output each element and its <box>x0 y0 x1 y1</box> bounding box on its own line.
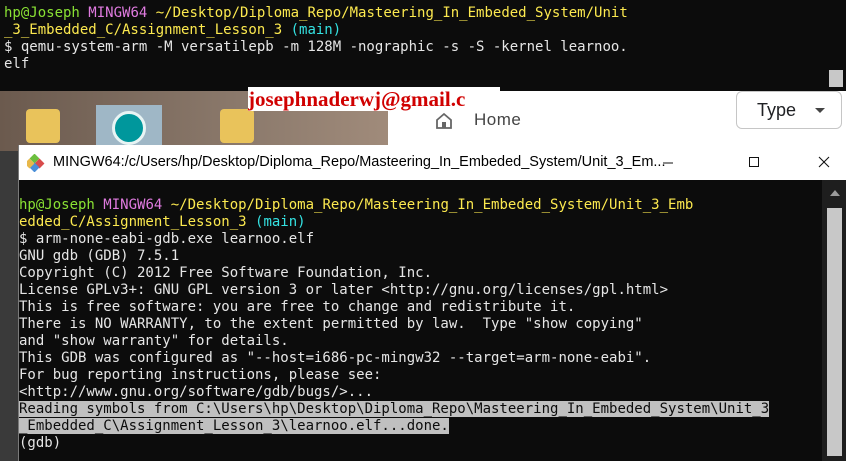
background-terminal-scrollbar[interactable] <box>826 0 846 91</box>
scroll-up-icon[interactable] <box>830 190 840 196</box>
prompt-user: hp@Joseph <box>4 5 80 21</box>
scrollbar-thumb[interactable] <box>829 70 843 87</box>
terminal-line: and "show warranty" for details. <box>19 333 289 349</box>
mingw64-window[interactable]: MINGW64:/c/Users/hp/Desktop/Diploma_Repo… <box>18 145 846 461</box>
folder-icon[interactable] <box>26 109 60 143</box>
terminal-scrollbar[interactable] <box>822 180 846 461</box>
prompt-shell: MINGW64 <box>88 5 148 21</box>
maximize-icon <box>749 157 759 167</box>
background-terminal[interactable]: hp@Joseph MINGW64 ~/Desktop/Diploma_Repo… <box>0 0 826 91</box>
maximize-button[interactable] <box>731 145 777 180</box>
window-title: MINGW64:/c/Users/hp/Desktop/Diploma_Repo… <box>53 154 666 170</box>
terminal-line: This GDB was configured as "--host=i686-… <box>19 350 652 366</box>
mintty-icon <box>27 154 45 172</box>
terminal-line: There is NO WARRANTY, to the extent perm… <box>19 316 643 332</box>
minimize-icon <box>663 162 673 164</box>
selected-terminal-line: _Embedded_C\Assignment_Lesson_3\learnoo.… <box>19 418 449 434</box>
terminal-line: $ arm-none-eabi-gdb.exe learnoo.elf <box>19 231 315 247</box>
type-dropdown[interactable]: Type <box>736 91 842 129</box>
close-icon <box>818 156 830 168</box>
prompt-branch: (main) <box>255 214 306 230</box>
prompt-path-continued: edded_C/Assignment_Lesson_3 <box>19 214 247 230</box>
terminal-line: For bug reporting instructions, please s… <box>19 367 382 383</box>
document-folder-icon[interactable] <box>220 109 254 143</box>
close-button[interactable] <box>801 145 846 180</box>
scrollbar-thumb[interactable] <box>827 208 842 456</box>
prompt-path: ~/Desktop/Diploma_Repo/Masteering_In_Emb… <box>155 5 628 21</box>
selected-terminal-line: Reading symbols from C:\Users\hp\Desktop… <box>19 401 770 417</box>
prompt-path-continued: _3_Embedded_C/Assignment_Lesson_3 <box>4 22 283 38</box>
prompt-shell: MINGW64 <box>103 197 163 213</box>
chevron-down-icon <box>815 108 825 113</box>
type-dropdown-label: Type <box>757 100 797 120</box>
home-link[interactable]: Home <box>474 110 521 130</box>
terminal-line: Copyright (C) 2012 Free Software Foundat… <box>19 265 433 281</box>
terminal-output[interactable]: hp@Joseph MINGW64 ~/Desktop/Diploma_Repo… <box>19 180 822 461</box>
terminal-line: License GPLv3+: GNU GPL version 3 or lat… <box>19 282 669 298</box>
command-line: $ qemu-system-arm -M versatilepb -m 128M… <box>4 39 628 55</box>
window-titlebar[interactable]: MINGW64:/c/Users/hp/Desktop/Diploma_Repo… <box>19 145 846 180</box>
terminal-line: <http://www.gnu.org/software/gdb/bugs/>.… <box>19 384 374 400</box>
watermark-email: josephnaderwj@gmail.c <box>248 87 500 111</box>
prompt-path: ~/Desktop/Diploma_Repo/Masteering_In_Emb… <box>170 197 694 213</box>
prompt-user: hp@Joseph <box>19 197 95 213</box>
gdb-prompt[interactable]: (gdb) <box>19 435 822 452</box>
prompt-branch: (main) <box>290 22 342 38</box>
command-line-continued: elf <box>4 56 30 72</box>
minimize-button[interactable] <box>645 145 691 180</box>
home-icon[interactable] <box>434 111 454 131</box>
terminal-line: GNU gdb (GDB) 7.5.1 <box>19 248 180 264</box>
terminal-line: This is free software: you are free to c… <box>19 299 576 315</box>
arduino-icon[interactable] <box>112 111 146 145</box>
